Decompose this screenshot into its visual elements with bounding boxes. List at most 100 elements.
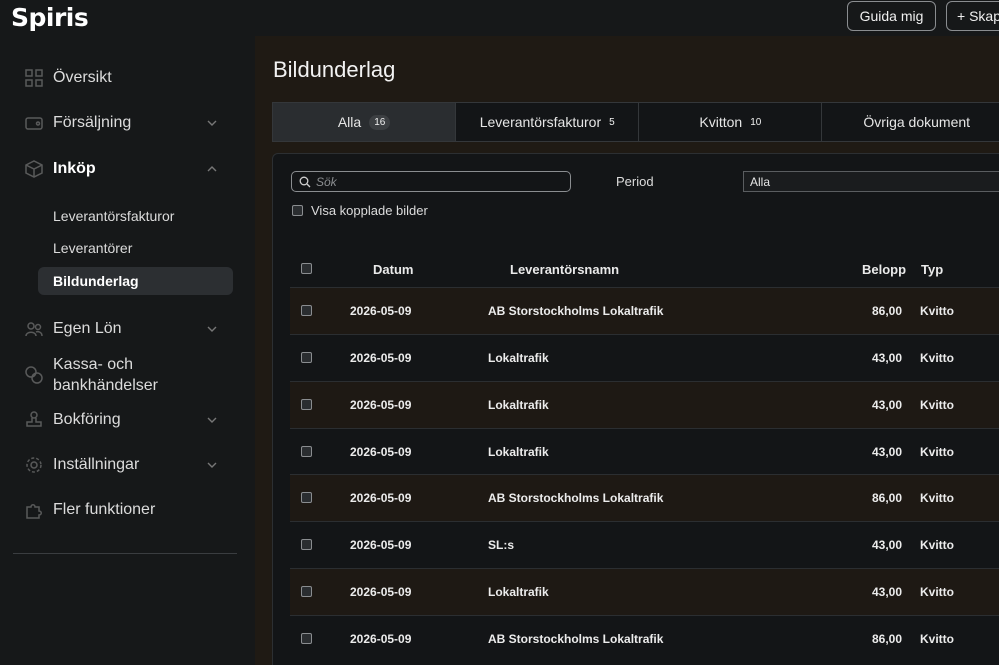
tab-label: Kvitton (699, 114, 743, 130)
sidebar-item-bokforing[interactable]: Bokföring (24, 405, 224, 435)
grid-icon (25, 69, 43, 87)
cell-amount: 86,00 (871, 632, 902, 646)
row-checkbox[interactable] (301, 586, 312, 597)
cell-supplier: Lokaltrafik (488, 445, 549, 459)
cell-supplier: Lokaltrafik (488, 351, 549, 365)
table-row[interactable]: 2026-05-09 Lokaltrafik 43,00 Kvitto (290, 568, 999, 615)
app-logo[interactable]: Spiris (11, 3, 89, 32)
tab-label: Leverantörsfakturor (479, 114, 602, 130)
sidebar-item-installningar[interactable]: Inställningar (24, 450, 224, 480)
tab-kvitton[interactable]: Kvitton 10 (639, 103, 823, 141)
cell-date: 2026-05-09 (350, 445, 412, 459)
column-header-leverantorsnamn[interactable]: Leverantörsnamn (510, 262, 619, 277)
cell-type: Kvitto (920, 491, 954, 505)
page-title: Bildunderlag (273, 57, 396, 82)
row-checkbox[interactable] (301, 492, 312, 503)
sidebar-item-label: Inköp (53, 160, 96, 177)
guide-button[interactable]: Guida mig (847, 1, 936, 31)
chevron-down-icon (207, 120, 217, 126)
gear-icon (26, 457, 42, 473)
sidebar-item-label: Fler funktioner (53, 501, 156, 518)
cell-type: Kvitto (920, 398, 954, 412)
stamp-icon (26, 411, 42, 427)
cell-type: Kvitto (920, 304, 954, 318)
cell-supplier: AB Storstockholms Lokaltrafik (488, 632, 664, 646)
tab-leverantorsfakturor[interactable]: Leverantörsfakturor 5 (456, 103, 640, 141)
sidebar-item-label: Egen Lön (53, 320, 122, 337)
table-row[interactable]: 2026-05-09 Lokaltrafik 43,00 Kvitto (290, 428, 999, 475)
people-icon (25, 322, 43, 337)
tab-alla[interactable]: Alla 16 (273, 103, 457, 141)
row-checkbox[interactable] (301, 633, 312, 644)
row-checkbox[interactable] (301, 446, 312, 457)
cell-supplier: SL:s (488, 538, 515, 552)
search-input[interactable] (316, 174, 556, 189)
row-checkbox[interactable] (301, 399, 312, 410)
sidebar-item-fler-funktioner[interactable]: Fler funktioner (24, 495, 224, 525)
tab-count-badge: 10 (750, 116, 762, 128)
cell-amount: 43,00 (871, 445, 902, 459)
cell-amount: 43,00 (871, 351, 902, 365)
cell-supplier: Lokaltrafik (488, 585, 549, 599)
cell-date: 2026-05-09 (350, 585, 412, 599)
column-header-belopp[interactable]: Belopp (862, 262, 906, 277)
chevron-down-icon (207, 417, 217, 423)
tab-label: Alla (337, 114, 362, 130)
sidebar-item-label: Bokföring (53, 411, 121, 428)
tab-label: Övriga dokument (863, 114, 971, 130)
tab-ovriga-dokument[interactable]: Övriga dokument (822, 103, 999, 141)
cell-supplier: Lokaltrafik (488, 398, 549, 412)
row-checkbox[interactable] (301, 539, 312, 550)
create-button-label: + Skapa (957, 8, 999, 24)
cell-supplier: AB Storstockholms Lokaltrafik (488, 304, 664, 318)
sidebar-item-oversikt[interactable]: Översikt (24, 63, 224, 93)
tab-count-badge: 16 (369, 114, 391, 130)
sidebar-subitem-bildunderlag[interactable]: Bildunderlag (53, 273, 139, 289)
cell-date: 2026-05-09 (350, 538, 412, 552)
table-row[interactable]: 2026-05-09 AB Storstockholms Lokaltrafik… (290, 474, 999, 521)
row-checkbox[interactable] (301, 352, 312, 363)
cell-type: Kvitto (920, 585, 954, 599)
cell-amount: 43,00 (871, 538, 902, 552)
box-icon (25, 160, 43, 178)
table-header: Datum Leverantörsnamn Belopp Typ (290, 251, 999, 287)
show-linked-row[interactable]: Visa kopplade bilder (292, 203, 428, 218)
search-box[interactable] (291, 171, 571, 192)
sidebar-item-label: Kassa- och bankhändelser (53, 356, 158, 394)
sidebar-item-forsaljning[interactable]: Försäljning (24, 108, 224, 138)
sidebar-item-inkop[interactable]: Inköp (24, 154, 224, 184)
show-linked-label: Visa kopplade bilder (311, 203, 428, 218)
sidebar-subitem-leverantorer[interactable]: Leverantörer (53, 240, 132, 256)
show-linked-checkbox[interactable] (292, 205, 303, 216)
cell-amount: 43,00 (871, 585, 902, 599)
search-icon (299, 176, 311, 187)
chevron-down-icon (207, 462, 217, 468)
sidebar-divider (13, 553, 237, 554)
puzzle-icon (26, 504, 42, 519)
sidebar-item-label: Försäljning (53, 114, 132, 131)
coins-icon (25, 366, 43, 384)
wallet-icon (25, 117, 43, 130)
sidebar-item-kassa-bank[interactable]: Kassa- och bankhändelser (24, 354, 224, 396)
cell-date: 2026-05-09 (350, 398, 412, 412)
column-header-typ[interactable]: Typ (921, 262, 943, 277)
chevron-up-icon (207, 166, 217, 172)
top-bar: Spiris Guida mig + Skapa (0, 0, 999, 36)
table-row[interactable]: 2026-05-09 Lokaltrafik 43,00 Kvitto (290, 381, 999, 428)
column-header-datum[interactable]: Datum (373, 262, 413, 277)
cell-date: 2026-05-09 (350, 491, 412, 505)
sidebar-item-label: Inställningar (53, 456, 140, 473)
create-button[interactable]: + Skapa (946, 1, 999, 31)
table-row[interactable]: 2026-05-09 SL:s 43,00 Kvitto (290, 521, 999, 568)
table-row[interactable]: 2026-05-09 AB Storstockholms Lokaltrafik… (290, 287, 999, 334)
table-row[interactable]: 2026-05-09 Lokaltrafik 43,00 Kvitto (290, 334, 999, 381)
cell-type: Kvitto (920, 632, 954, 646)
row-checkbox[interactable] (301, 305, 312, 316)
tab-count-badge: 5 (609, 116, 615, 128)
table-row[interactable]: 2026-05-09 AB Storstockholms Lokaltrafik… (290, 615, 999, 662)
cell-type: Kvitto (920, 445, 954, 459)
period-select[interactable]: Alla (743, 171, 999, 192)
select-all-checkbox[interactable] (301, 263, 312, 274)
sidebar-item-egen-lon[interactable]: Egen Lön (24, 314, 224, 344)
sidebar-subitem-leverantorsfakturor[interactable]: Leverantörsfakturor (53, 208, 174, 224)
